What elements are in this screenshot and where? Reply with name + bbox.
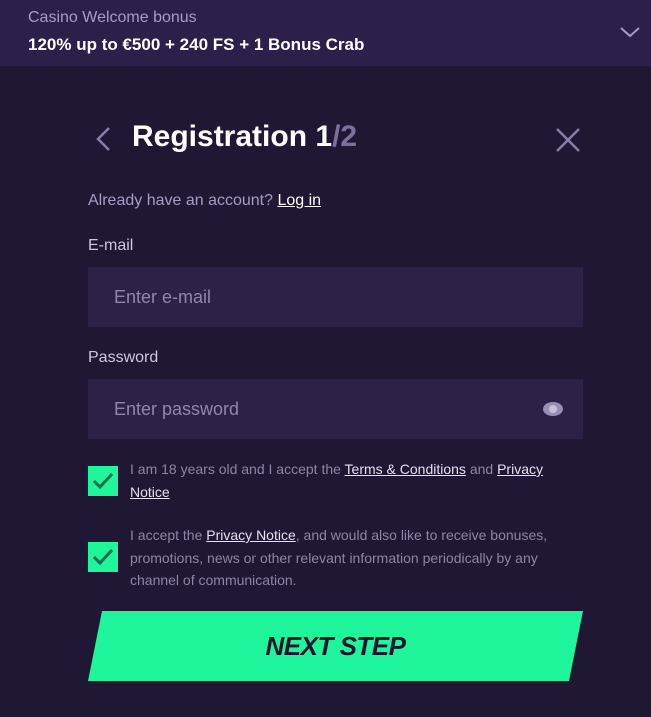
next-step-button[interactable]: NEXT STEP [88,611,583,681]
marketing-checkbox[interactable] [88,542,118,572]
age-terms-text: I am 18 years old and I accept the Terms… [130,458,550,503]
page-title: Registration 1/2 [132,120,357,154]
step-current: 1 [315,120,333,153]
login-prompt-text: Already have an account? [88,192,274,209]
close-icon[interactable] [554,126,582,154]
bonus-offer: 120% up to €500 + 240 FS + 1 Bonus Crab [28,35,365,54]
checkmark-icon [92,548,114,566]
back-arrow-icon[interactable] [92,124,114,154]
password-label: Password [88,349,159,366]
marketing-consent-text: I accept the Privacy Notice, and would a… [130,524,550,592]
login-prompt: Already have an account? Log in [88,192,321,210]
terms-link[interactable]: Terms & Conditions [345,461,466,477]
privacy-notice-link-2[interactable]: Privacy Notice [206,527,295,543]
bonus-subtitle: Casino Welcome bonus [28,9,197,26]
email-label: E-mail [88,237,134,254]
login-link[interactable]: Log in [277,192,321,209]
consent2-before: I accept the [130,527,207,543]
checkmark-icon [92,472,114,490]
eye-icon[interactable] [542,398,564,420]
chevron-down-icon[interactable] [618,20,642,44]
consent1-mid: and [465,461,498,477]
title-text: Registration [132,120,308,153]
step-total: /2 [332,120,358,153]
consent1-before: I am 18 years old and I accept the [130,461,345,477]
email-field[interactable] [88,267,583,327]
password-field[interactable] [88,379,583,439]
age-terms-checkbox[interactable] [88,466,118,496]
bonus-banner[interactable]: Casino Welcome bonus 120% up to €500 + 2… [0,0,651,66]
